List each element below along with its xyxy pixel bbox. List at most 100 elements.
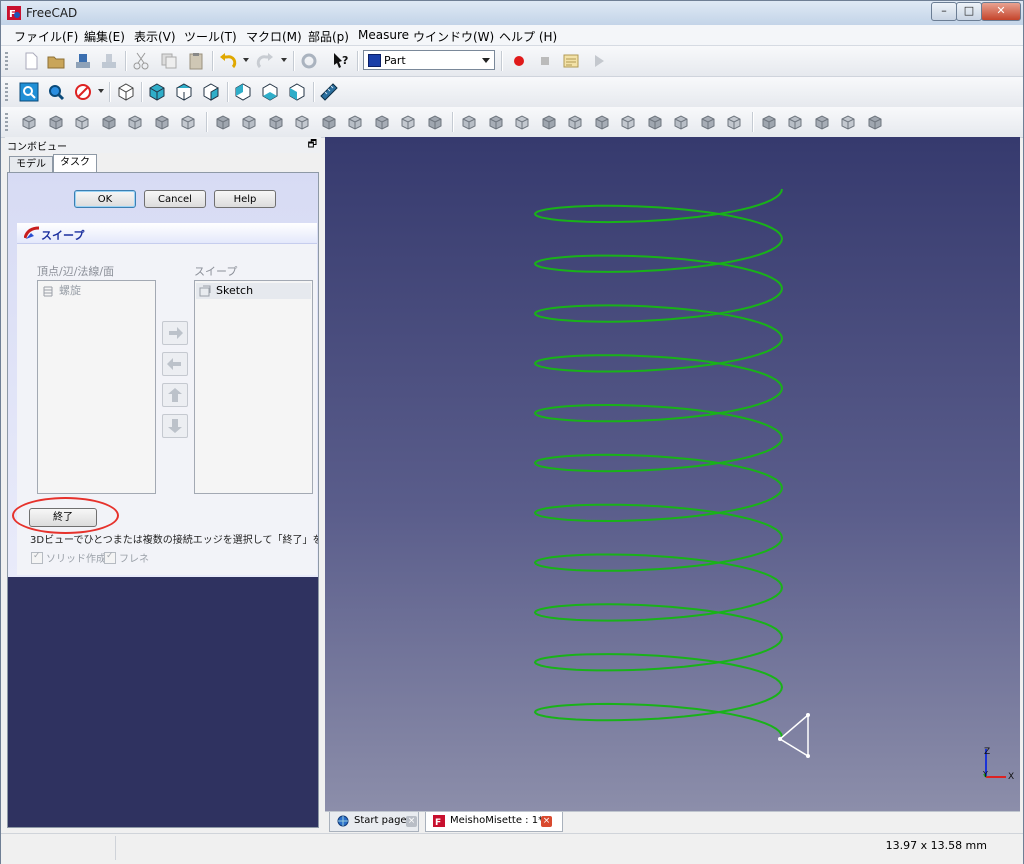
move-up-button[interactable] (162, 383, 188, 407)
menu-edit[interactable]: 編集(E) (84, 28, 125, 45)
redo-icon[interactable] (255, 51, 275, 71)
menu-view[interactable]: 表示(V) (134, 28, 176, 45)
menu-macro[interactable]: マクロ(M) (246, 28, 302, 45)
measure-distance-icon[interactable] (319, 82, 339, 102)
front-view-icon[interactable] (147, 82, 167, 102)
extrude-icon[interactable] (213, 112, 233, 132)
shape-builder-icon[interactable] (178, 112, 198, 132)
list-item[interactable]: 螺旋 (39, 283, 154, 299)
chamfer-icon[interactable] (319, 112, 339, 132)
undo-dropdown-icon[interactable] (243, 58, 249, 62)
toolbar-grip[interactable] (5, 113, 8, 131)
solid-checkbox[interactable]: ソリッド作成 (31, 550, 106, 565)
box-icon[interactable] (19, 112, 39, 132)
bottom-view-icon[interactable] (260, 82, 280, 102)
available-profiles-list[interactable]: 螺旋 (37, 280, 156, 494)
cut-icon[interactable] (565, 112, 585, 132)
draw-style-dropdown-icon[interactable] (98, 89, 104, 93)
join-icon[interactable] (645, 112, 665, 132)
section-icon[interactable] (459, 112, 479, 132)
defeaturing-icon[interactable] (759, 112, 779, 132)
undock-icon[interactable]: 🗗 (308, 137, 317, 154)
cross-sections-icon[interactable] (486, 112, 506, 132)
ok-button[interactable]: OK (74, 190, 136, 208)
axonometric-view-icon[interactable] (116, 82, 136, 102)
tab-task[interactable]: タスク (53, 154, 97, 172)
cut-icon[interactable] (131, 51, 151, 71)
common-icon[interactable] (618, 112, 638, 132)
remove-from-sweep-button[interactable] (162, 352, 188, 376)
loft-icon[interactable] (398, 112, 418, 132)
save-as-icon[interactable] (99, 51, 119, 71)
helix-curve[interactable] (533, 188, 784, 738)
attachment-icon[interactable] (785, 112, 805, 132)
check-geometry-icon[interactable] (724, 112, 744, 132)
add-to-sweep-button[interactable] (162, 321, 188, 345)
left-view-icon[interactable] (287, 82, 307, 102)
3d-scene[interactable]: Z Y X (325, 137, 1020, 811)
help-button[interactable]: Help (214, 190, 276, 208)
top-view-icon[interactable] (174, 82, 194, 102)
close-icon[interactable]: × (406, 816, 417, 827)
rear-view-icon[interactable] (233, 82, 253, 102)
fuse-icon[interactable] (592, 112, 612, 132)
3d-view[interactable]: Z Y X (325, 137, 1020, 811)
open-file-icon[interactable] (46, 51, 66, 71)
refresh-icon[interactable] (299, 51, 319, 71)
ruled-surface-icon[interactable] (372, 112, 392, 132)
undo-icon[interactable] (218, 51, 238, 71)
frenet-checkbox[interactable]: フレネ (104, 550, 149, 565)
sweep-icon[interactable] (425, 112, 445, 132)
sweep-taskbox-header[interactable]: スイープ (17, 223, 317, 244)
refine-shape-icon[interactable] (812, 112, 832, 132)
close-button[interactable]: ✕ (981, 2, 1021, 21)
maximize-button[interactable]: □ (956, 2, 982, 21)
torus-icon[interactable] (125, 112, 145, 132)
boolean-icon[interactable] (539, 112, 559, 132)
menu-help[interactable]: ヘルプ (H) (499, 28, 557, 45)
tab-start-page[interactable]: Start page × (329, 812, 419, 832)
record-macro-icon[interactable] (509, 51, 529, 71)
fit-all-icon[interactable] (19, 82, 39, 102)
offset-icon[interactable] (512, 112, 532, 132)
copy-icon[interactable] (159, 51, 179, 71)
list-item[interactable]: Sketch (196, 283, 311, 299)
cancel-button[interactable]: Cancel (144, 190, 206, 208)
edit-macro-icon[interactable] (561, 51, 581, 71)
close-icon[interactable]: × (541, 816, 552, 827)
sweep-profiles-list[interactable]: Sketch (194, 280, 313, 494)
save-icon[interactable] (73, 51, 93, 71)
revolve-icon[interactable] (239, 112, 259, 132)
paste-icon[interactable] (186, 51, 206, 71)
menu-file[interactable]: ファイル(F) (14, 28, 78, 45)
compound-icon[interactable] (698, 112, 718, 132)
projection-icon[interactable] (865, 112, 885, 132)
redo-dropdown-icon[interactable] (281, 58, 287, 62)
move-down-button[interactable] (162, 414, 188, 438)
toolbar-grip[interactable] (5, 52, 8, 70)
sphere-icon[interactable] (72, 112, 92, 132)
menu-tools[interactable]: ツール(T) (184, 28, 237, 45)
split-icon[interactable] (671, 112, 691, 132)
tab-model[interactable]: モデル (9, 156, 53, 172)
thickness-icon[interactable] (838, 112, 858, 132)
cylinder-icon[interactable] (46, 112, 66, 132)
cone-icon[interactable] (99, 112, 119, 132)
stop-macro-icon[interactable] (535, 51, 555, 71)
sweep-profile-triangle[interactable] (778, 713, 809, 758)
make-face-icon[interactable] (345, 112, 365, 132)
workbench-selector[interactable]: Part (363, 50, 495, 70)
minimize-button[interactable]: – (931, 2, 957, 21)
create-primitives-icon[interactable] (152, 112, 172, 132)
fillet-icon[interactable] (292, 112, 312, 132)
menu-window[interactable]: ウインドウ(W) (413, 28, 494, 45)
toolbar-grip[interactable] (5, 83, 8, 101)
tab-document[interactable]: F MeishoMisette : 1* × (425, 812, 563, 832)
menu-measure[interactable]: Measure (358, 28, 409, 42)
run-macro-icon[interactable] (589, 51, 609, 71)
mirror-icon[interactable] (266, 112, 286, 132)
whats-this-icon[interactable]: ? (331, 51, 351, 71)
new-file-icon[interactable] (21, 51, 41, 71)
draw-style-icon[interactable] (73, 82, 93, 102)
menu-part[interactable]: 部品(p) (308, 28, 349, 45)
